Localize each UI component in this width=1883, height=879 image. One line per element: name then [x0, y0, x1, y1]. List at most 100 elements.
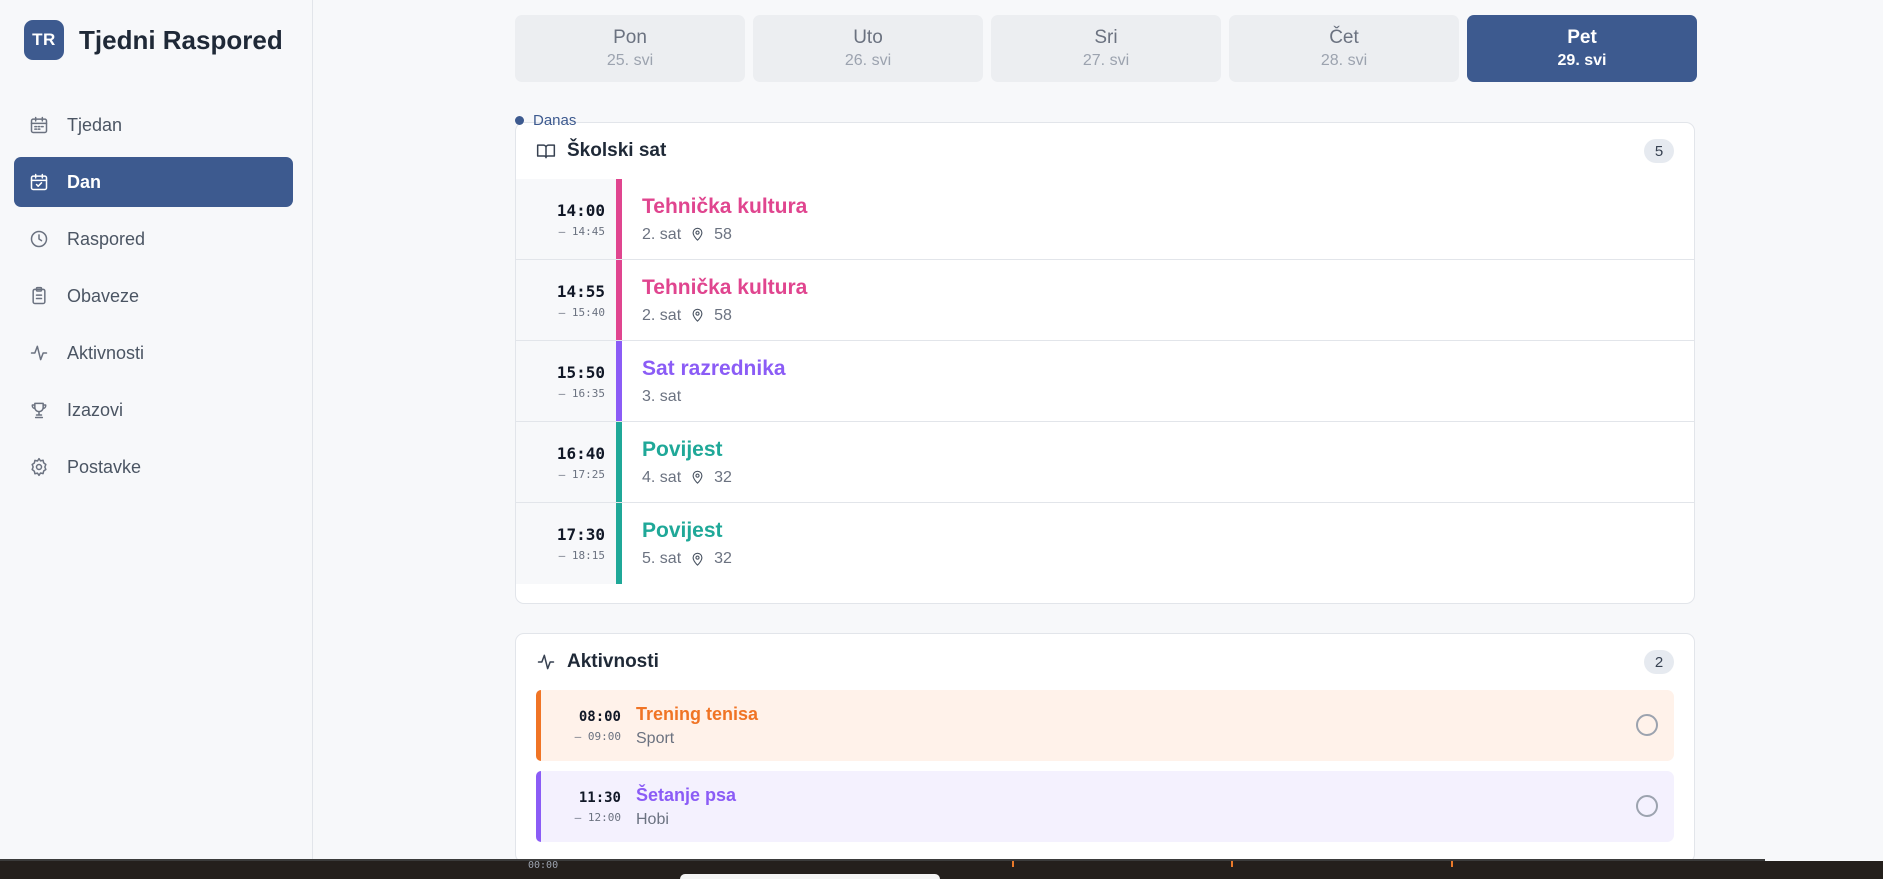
location-pin-icon	[692, 227, 703, 241]
bottom-marker	[1231, 861, 1233, 867]
app-root: TR Tjedni Raspored Tjedan Dan Raspored O…	[0, 0, 1883, 879]
lesson-name: Tehnička kultura	[642, 275, 808, 299]
school-card-header: Školski sat 5	[516, 123, 1694, 179]
lesson-end: – 15:40	[558, 305, 605, 319]
lesson-end: – 16:35	[558, 386, 605, 400]
activity-category: Sport	[636, 729, 675, 747]
lesson-row[interactable]: 17:30 – 18:15 Povijest 5. sat 32	[516, 503, 1694, 584]
calendar-check-icon	[30, 173, 48, 191]
activity-row[interactable]: 08:00 – 09:00 Trening tenisa Sport	[536, 690, 1674, 761]
sidebar-nav: Tjedan Dan Raspored Obaveze Aktivnosti I…	[14, 100, 293, 499]
activity-end: – 09:00	[574, 729, 621, 743]
lesson-meta: 2. sat 58	[642, 226, 807, 244]
lesson-room: 58	[714, 306, 732, 324]
day-tab-uto[interactable]: Uto 26. svi	[753, 15, 983, 82]
bottom-taskbar	[0, 861, 1883, 879]
day-tab-pet[interactable]: Pet 29. svi	[1467, 15, 1697, 82]
lesson-body: Povijest 4. sat 32	[622, 422, 732, 502]
gear-icon	[31, 457, 47, 477]
app-title: Tjedni Raspored	[79, 24, 283, 55]
day-name: Sri	[1094, 27, 1118, 48]
lesson-period: 3. sat	[642, 387, 682, 405]
sidebar-item-obaveze[interactable]: Obaveze	[14, 271, 293, 321]
lesson-start: 16:40	[556, 443, 605, 463]
lesson-end: – 14:45	[558, 224, 605, 238]
activity-body: Trening tenisa Sport	[636, 704, 758, 748]
sidebar: TR Tjedni Raspored Tjedan Dan Raspored O…	[0, 0, 313, 879]
bottom-marker	[1451, 861, 1453, 867]
lesson-start: 17:30	[556, 525, 605, 544]
lesson-time: 17:30 – 18:15	[516, 503, 616, 584]
lesson-time: 16:40 – 17:25	[516, 422, 616, 502]
day-name: Čet	[1329, 27, 1359, 48]
lesson-row[interactable]: 14:00 – 14:45 Tehnička kultura 2. sat 58	[516, 179, 1694, 260]
lesson-start: 14:55	[556, 281, 605, 301]
lesson-room: 32	[714, 550, 732, 567]
sidebar-item-label: Izazovi	[67, 399, 124, 420]
sidebar-item-label: Tjedan	[67, 114, 123, 135]
activity-time: 11:30 – 12:00	[536, 790, 636, 824]
lesson-period: 2. sat	[642, 225, 682, 243]
day-tab-pon[interactable]: Pon 25. svi	[515, 15, 745, 82]
lesson-body: Sat razrednika 3. sat	[622, 341, 786, 421]
activity-row[interactable]: 11:30 – 12:00 Šetanje psa Hobi	[536, 771, 1674, 842]
clipboard-icon	[32, 286, 46, 305]
day-name: Pon	[613, 27, 647, 48]
day-date: 25. svi	[606, 52, 654, 69]
lesson-row[interactable]: 15:50 – 16:35 Sat razrednika 3. sat	[516, 341, 1694, 422]
location-pin-icon	[692, 552, 703, 566]
app-logo: TR	[24, 20, 64, 60]
activity-body: Šetanje psa Hobi	[636, 785, 736, 829]
calendar-icon	[30, 116, 48, 134]
location-pin-icon	[692, 470, 703, 484]
lesson-meta: 4. sat 32	[642, 469, 732, 487]
school-card: Školski sat 5 14:00 – 14:45 Tehnička kul…	[515, 122, 1695, 604]
today-label: Danas	[515, 112, 576, 129]
activity-category: Hobi	[636, 810, 669, 828]
lesson-name: Povijest	[642, 519, 723, 542]
activity-done-checkbox[interactable]	[1636, 714, 1658, 736]
lesson-list: 14:00 – 14:45 Tehnička kultura 2. sat 58…	[516, 179, 1694, 584]
sidebar-item-postavke[interactable]: Postavke	[14, 442, 293, 492]
lesson-meta: 5. sat 32	[642, 550, 732, 568]
activity-icon	[30, 345, 48, 361]
card-bottom-spacer	[516, 584, 1694, 603]
day-selector: Pon 25. svi Uto 26. svi Sri 27. svi Čet …	[515, 15, 1697, 82]
lesson-room: 58	[714, 225, 732, 243]
activity-color-bar	[536, 771, 541, 842]
lesson-row[interactable]: 14:55 – 15:40 Tehnička kultura 2. sat 58	[516, 260, 1694, 341]
lesson-row[interactable]: 16:40 – 17:25 Povijest 4. sat 32	[516, 422, 1694, 503]
trophy-icon	[31, 402, 47, 419]
activities-card-header: Aktivnosti 2	[516, 634, 1694, 690]
sidebar-item-aktivnosti[interactable]: Aktivnosti	[14, 328, 293, 378]
sidebar-item-label: Dan	[67, 171, 102, 192]
activities-card: Aktivnosti 2 08:00 – 09:00 Trening tenis…	[515, 633, 1695, 863]
lesson-start: 15:50	[556, 362, 605, 382]
lesson-name: Povijest	[642, 437, 723, 461]
lesson-meta: 2. sat 58	[642, 307, 807, 325]
day-date: 29. svi	[1557, 52, 1607, 69]
book-icon	[536, 144, 556, 159]
today-dot-icon	[515, 116, 524, 125]
day-tab-sri[interactable]: Sri 27. svi	[991, 15, 1221, 82]
day-tab-cet[interactable]: Čet 28. svi	[1229, 15, 1459, 82]
lesson-meta: 3. sat	[642, 388, 786, 406]
activity-end: – 12:00	[574, 810, 621, 824]
day-name: Pet	[1567, 27, 1597, 48]
lesson-period: 2. sat	[642, 306, 682, 324]
sidebar-item-izazovi[interactable]: Izazovi	[14, 385, 293, 435]
bottom-search-pill[interactable]	[680, 874, 940, 879]
activity-done-checkbox[interactable]	[1636, 795, 1658, 817]
sidebar-item-dan[interactable]: Dan	[14, 157, 293, 207]
sidebar-item-raspored[interactable]: Raspored	[14, 214, 293, 264]
day-date: 28. svi	[1320, 52, 1368, 69]
lesson-room: 32	[714, 468, 732, 486]
lesson-end: – 18:15	[558, 549, 605, 562]
lesson-period: 5. sat	[642, 550, 682, 567]
activity-name: Trening tenisa	[636, 703, 759, 724]
sidebar-item-tjedan[interactable]: Tjedan	[14, 100, 293, 150]
day-date: 27. svi	[1082, 52, 1130, 69]
brand[interactable]: TR Tjedni Raspored	[24, 20, 283, 60]
activity-start: 08:00	[578, 708, 621, 725]
lesson-time: 15:50 – 16:35	[516, 341, 616, 421]
